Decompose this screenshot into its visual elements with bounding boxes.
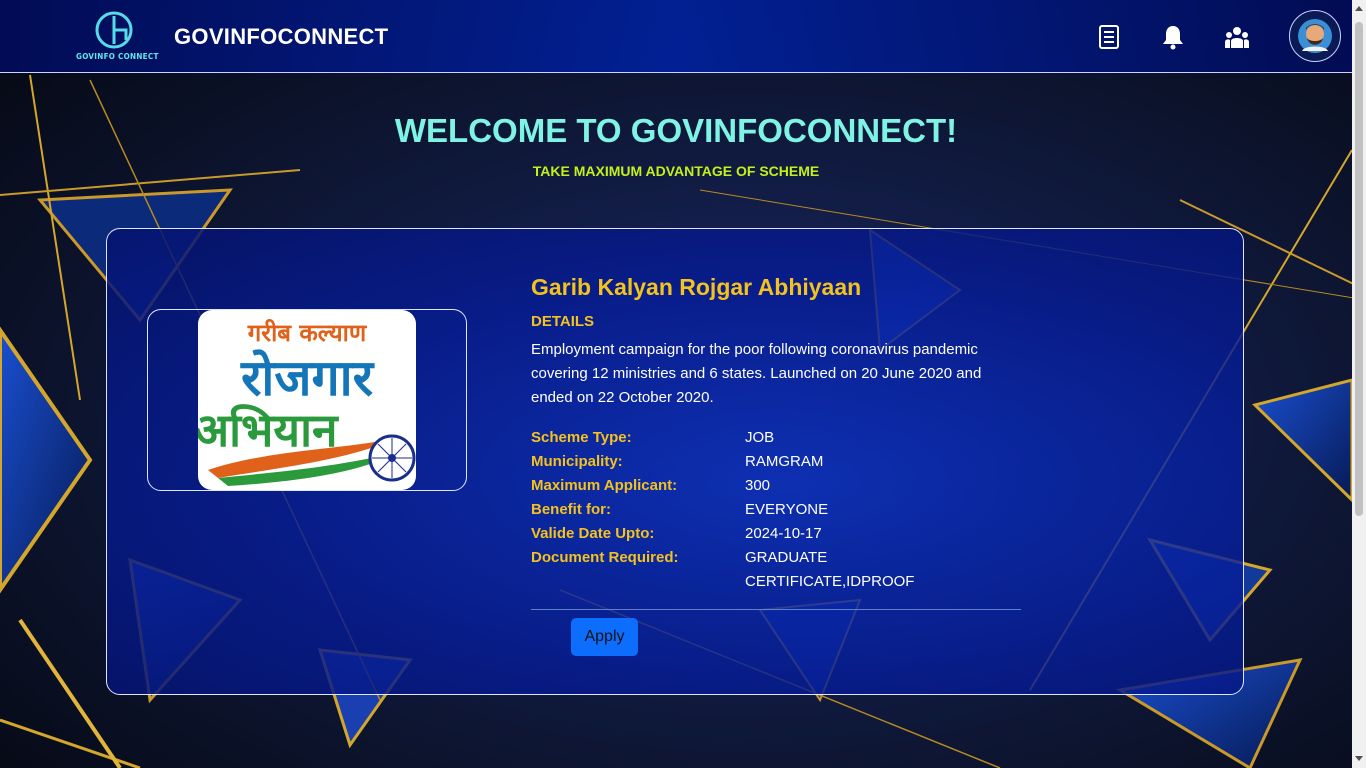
scheme-card: गरीब कल्याण रोजगार अभियान Garib Kalyan R… [106,228,1244,695]
field-label: Document Required: [531,549,679,566]
user-avatar[interactable] [1289,10,1341,62]
field-label: Valide Date Upto: [531,525,655,542]
page-scrollbar[interactable] [1352,0,1366,768]
scroll-thumb[interactable] [1355,22,1363,516]
field-document-required: Document Required: GRADUATE CERTIFICATE,… [531,546,1031,594]
card-divider [531,609,1021,610]
scheme-description: Employment campaign for the poor followi… [531,341,982,406]
scheme-image: गरीब कल्याण रोजगार अभियान [198,310,416,490]
field-value: GRADUATE CERTIFICATE,IDPROOF [745,549,915,590]
image-text-line3: अभियान [198,403,338,457]
field-value: RAMGRAM [745,453,824,470]
bell-icon[interactable] [1160,24,1186,50]
field-value: JOB [745,429,775,446]
field-maximum-applicant: Maximum Applicant: 300 [531,474,1031,498]
scheme-image-frame: गरीब कल्याण रोजगार अभियान [147,309,467,491]
field-label: Maximum Applicant: [531,477,678,494]
users-icon[interactable] [1224,24,1250,50]
field-municipality: Municipality: RAMGRAM [531,450,1031,474]
top-navbar: GOVINFO CONNECT GOVINFOCONNECT [0,0,1352,73]
scheme-title: Garib Kalyan Rojgar Abhiyaan [531,274,862,300]
avatar-face-icon [1298,19,1332,53]
welcome-heading: WELCOME TO GOVINFOCONNECT! [394,112,958,149]
apply-button[interactable]: Apply [571,618,638,656]
field-label: Municipality: [531,453,623,470]
field-scheme-type: Scheme Type: JOB [531,426,1031,450]
tagline: TAKE MAXIMUM ADVANTAGE OF SCHEME [532,163,820,179]
field-label: Scheme Type: [531,429,632,446]
field-label: Benefit for: [531,501,611,518]
field-valid-date: Valide Date Upto: 2024-10-17 [531,522,1031,546]
brand-title[interactable]: GOVINFOCONNECT [174,24,388,50]
details-heading: DETAILS [531,313,595,330]
field-value: 2024-10-17 [745,525,822,542]
scroll-up-arrow-icon[interactable] [1355,6,1363,11]
field-value: EVERYONE [745,501,829,518]
logo-text: GOVINFO CONNECT [76,52,159,61]
app-logo[interactable]: GOVINFO CONNECT [74,10,158,64]
scroll-down-arrow-icon[interactable] [1355,756,1363,761]
document-icon[interactable] [1096,24,1122,50]
field-benefit-for: Benefit for: EVERYONE [531,498,1031,522]
scheme-fields: Scheme Type: JOB Municipality: RAMGRAM M… [531,426,1031,594]
logo-g-icon [95,11,133,49]
field-value: 300 [745,477,771,494]
